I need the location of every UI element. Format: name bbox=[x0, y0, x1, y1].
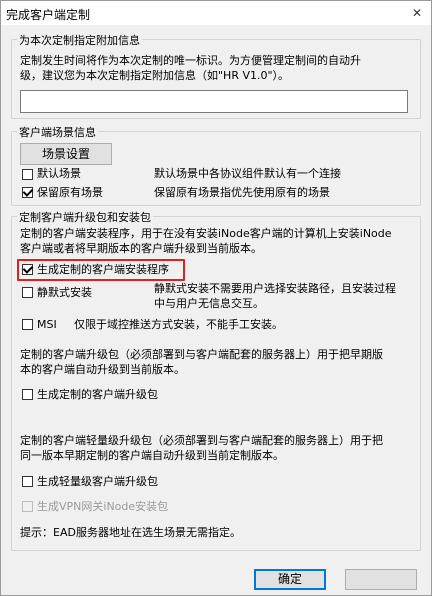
info-description-line1: 定制发生时间将作为本次定制的唯一标识。为方便管理定制间的自动升 bbox=[20, 54, 361, 67]
generate-installer-label[interactable]: 生成定制的客户端安装程序 bbox=[37, 262, 169, 277]
msi-checkbox[interactable] bbox=[22, 319, 33, 330]
generate-light-label[interactable]: 生成轻量级客户端升级包 bbox=[37, 474, 158, 489]
silent-install-description-line1: 静默式安装不需要用户选择安装路径，且安装过程 bbox=[154, 282, 396, 295]
hint-text: 提示：EAD服务器地址在选生场景无需指定。 bbox=[20, 526, 241, 539]
extra-info-input[interactable] bbox=[20, 90, 408, 113]
info-description-line2: 级，建议您为本次定制指定附加信息（如"HR V1.0"）。 bbox=[20, 69, 290, 82]
generate-vpn-label: 生成VPN网关iNode安装包 bbox=[37, 500, 169, 513]
default-scene-label[interactable]: 默认场景 bbox=[37, 166, 81, 181]
generate-vpn-checkbox bbox=[22, 501, 33, 512]
keep-scene-description: 保留原有场景指优先使用原有的场景 bbox=[154, 186, 330, 199]
light-upgrade-description-line1: 定制的客户端轻量级升级包（必须部署到与客户端配套的服务器上）用于把 bbox=[20, 434, 383, 447]
close-icon[interactable]: ✕ bbox=[409, 5, 425, 21]
silent-install-label[interactable]: 静默式安装 bbox=[37, 285, 92, 300]
info-group-legend: 为本次定制指定附加信息 bbox=[17, 32, 142, 48]
generate-upgrade-label[interactable]: 生成定制的客户端升级包 bbox=[37, 387, 158, 402]
keep-scene-checkbox[interactable] bbox=[22, 187, 33, 198]
upgrade-description-line2: 本的客户端自动升级到当前版本。 bbox=[20, 363, 185, 376]
default-scene-description: 默认场景中各协议组件默认有一个连接 bbox=[154, 167, 341, 180]
customize-dialog: 完成客户端定制 ✕ 为本次定制指定附加信息 定制发生时间将作为本次定制的唯一标识… bbox=[0, 0, 432, 596]
cancel-button[interactable] bbox=[345, 569, 417, 590]
scene-group-legend: 客户端场景信息 bbox=[17, 124, 98, 140]
msi-label[interactable]: MSI bbox=[37, 317, 57, 332]
installer-description-line1: 定制的客户端安装程序，用于在没有安装iNode客户端的计算机上安装iNode bbox=[20, 227, 392, 240]
silent-install-description-line2: 中与用户无信息交互。 bbox=[154, 297, 264, 310]
light-upgrade-description-line2: 同一版本早期定制的客户端自动升级到当前定制版本。 bbox=[20, 449, 284, 462]
silent-install-checkbox[interactable] bbox=[22, 287, 33, 298]
default-scene-checkbox[interactable] bbox=[22, 169, 33, 180]
upgrade-description-line1: 定制的客户端升级包（必须部署到与客户端配套的服务器上）用于把早期版 bbox=[20, 348, 383, 361]
installer-description-line2: 客户端或者将早期版本的客户端升级到当前版本。 bbox=[20, 242, 262, 255]
generate-upgrade-checkbox[interactable] bbox=[22, 389, 33, 400]
generate-light-checkbox[interactable] bbox=[22, 476, 33, 487]
msi-description: 仅限于域控推送方式安装，不能手工安装。 bbox=[74, 318, 283, 331]
keep-scene-label[interactable]: 保留原有场景 bbox=[37, 185, 103, 200]
title-bar: 完成客户端定制 ✕ bbox=[1, 1, 431, 25]
generate-installer-checkbox[interactable] bbox=[22, 264, 33, 275]
dialog-title: 完成客户端定制 bbox=[6, 8, 91, 22]
package-group-legend: 定制客户端升级包和安装包 bbox=[17, 209, 153, 225]
scene-settings-button[interactable]: 场景设置 bbox=[20, 143, 112, 165]
ok-button[interactable]: 确定 bbox=[254, 569, 326, 590]
